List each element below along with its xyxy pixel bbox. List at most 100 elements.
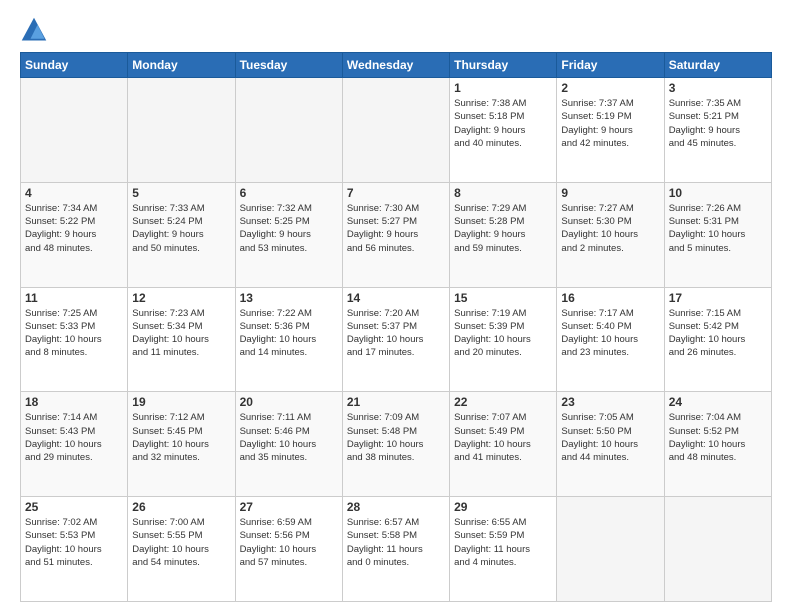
- logo-icon: [20, 16, 48, 44]
- calendar-cell: 29 Sunrise: 6:55 AM Sunset: 5:59 PM Dayli…: [450, 497, 557, 602]
- day-info: Sunrise: 6:59 AM Sunset: 5:56 PM Dayligh…: [240, 516, 338, 569]
- calendar-cell: [664, 497, 771, 602]
- calendar-cell: [235, 78, 342, 183]
- calendar-cell: 27 Sunrise: 6:59 AM Sunset: 5:56 PM Dayli…: [235, 497, 342, 602]
- calendar-cell: 10 Sunrise: 7:26 AM Sunset: 5:31 PM Dayli…: [664, 182, 771, 287]
- calendar-day-header: Monday: [128, 53, 235, 78]
- calendar-cell: 9 Sunrise: 7:27 AM Sunset: 5:30 PM Daylig…: [557, 182, 664, 287]
- calendar-cell: [557, 497, 664, 602]
- day-info: Sunrise: 7:19 AM Sunset: 5:39 PM Dayligh…: [454, 307, 552, 360]
- calendar-cell: 6 Sunrise: 7:32 AM Sunset: 5:25 PM Daylig…: [235, 182, 342, 287]
- day-number: 19: [132, 395, 230, 409]
- day-info: Sunrise: 7:26 AM Sunset: 5:31 PM Dayligh…: [669, 202, 767, 255]
- day-number: 18: [25, 395, 123, 409]
- day-number: 17: [669, 291, 767, 305]
- calendar-week-row: 1Sunrise: 7:38 AM Sunset: 5:18 PM Daylig…: [21, 78, 772, 183]
- calendar-week-row: 25Sunrise: 7:02 AM Sunset: 5:53 PM Dayli…: [21, 497, 772, 602]
- day-info: Sunrise: 6:57 AM Sunset: 5:58 PM Dayligh…: [347, 516, 445, 569]
- calendar-cell: 16 Sunrise: 7:17 AM Sunset: 5:40 PM Dayli…: [557, 287, 664, 392]
- calendar-cell: [128, 78, 235, 183]
- day-info: Sunrise: 7:23 AM Sunset: 5:34 PM Dayligh…: [132, 307, 230, 360]
- calendar-cell: 3Sunrise: 7:35 AM Sunset: 5:21 PM Daylig…: [664, 78, 771, 183]
- calendar-cell: 7 Sunrise: 7:30 AM Sunset: 5:27 PM Daylig…: [342, 182, 449, 287]
- calendar-cell: [21, 78, 128, 183]
- day-info: Sunrise: 7:22 AM Sunset: 5:36 PM Dayligh…: [240, 307, 338, 360]
- day-info: Sunrise: 7:17 AM Sunset: 5:40 PM Dayligh…: [561, 307, 659, 360]
- calendar-cell: 14 Sunrise: 7:20 AM Sunset: 5:37 PM Dayli…: [342, 287, 449, 392]
- day-info: Sunrise: 7:33 AM Sunset: 5:24 PM Dayligh…: [132, 202, 230, 255]
- day-info: Sunrise: 7:25 AM Sunset: 5:33 PM Dayligh…: [25, 307, 123, 360]
- day-info: Sunrise: 7:12 AM Sunset: 5:45 PM Dayligh…: [132, 411, 230, 464]
- day-number: 21: [347, 395, 445, 409]
- calendar-cell: 5 Sunrise: 7:33 AM Sunset: 5:24 PM Daylig…: [128, 182, 235, 287]
- day-number: 28: [347, 500, 445, 514]
- day-info: Sunrise: 7:11 AM Sunset: 5:46 PM Dayligh…: [240, 411, 338, 464]
- calendar-cell: 1Sunrise: 7:38 AM Sunset: 5:18 PM Daylig…: [450, 78, 557, 183]
- calendar-cell: 24 Sunrise: 7:04 AM Sunset: 5:52 PM Dayli…: [664, 392, 771, 497]
- day-number: 10: [669, 186, 767, 200]
- calendar-table: SundayMondayTuesdayWednesdayThursdayFrid…: [20, 52, 772, 602]
- day-number: 15: [454, 291, 552, 305]
- day-number: 12: [132, 291, 230, 305]
- day-number: 29: [454, 500, 552, 514]
- day-info: Sunrise: 7:00 AM Sunset: 5:55 PM Dayligh…: [132, 516, 230, 569]
- day-number: 13: [240, 291, 338, 305]
- calendar-cell: 2 Sunrise: 7:37 AM Sunset: 5:19 PM Daylig…: [557, 78, 664, 183]
- calendar-cell: 4Sunrise: 7:34 AM Sunset: 5:22 PM Daylig…: [21, 182, 128, 287]
- day-info: Sunrise: 7:20 AM Sunset: 5:37 PM Dayligh…: [347, 307, 445, 360]
- calendar-cell: 21 Sunrise: 7:09 AM Sunset: 5:48 PM Dayli…: [342, 392, 449, 497]
- day-info: Sunrise: 7:14 AM Sunset: 5:43 PM Dayligh…: [25, 411, 123, 464]
- day-info: Sunrise: 6:55 AM Sunset: 5:59 PM Dayligh…: [454, 516, 552, 569]
- calendar-cell: 20 Sunrise: 7:11 AM Sunset: 5:46 PM Dayli…: [235, 392, 342, 497]
- calendar-week-row: 18 Sunrise: 7:14 AM Sunset: 5:43 PM Dayli…: [21, 392, 772, 497]
- page: SundayMondayTuesdayWednesdayThursdayFrid…: [0, 0, 792, 612]
- calendar-header-row: SundayMondayTuesdayWednesdayThursdayFrid…: [21, 53, 772, 78]
- day-info: Sunrise: 7:09 AM Sunset: 5:48 PM Dayligh…: [347, 411, 445, 464]
- day-number: 1: [454, 81, 552, 95]
- day-number: 26: [132, 500, 230, 514]
- calendar-day-header: Friday: [557, 53, 664, 78]
- header: [20, 16, 772, 44]
- day-number: 6: [240, 186, 338, 200]
- calendar-cell: [342, 78, 449, 183]
- calendar-day-header: Saturday: [664, 53, 771, 78]
- calendar-cell: 26 Sunrise: 7:00 AM Sunset: 5:55 PM Dayli…: [128, 497, 235, 602]
- day-number: 8: [454, 186, 552, 200]
- day-number: 16: [561, 291, 659, 305]
- logo: [20, 16, 52, 44]
- day-info: Sunrise: 7:30 AM Sunset: 5:27 PM Dayligh…: [347, 202, 445, 255]
- day-number: 24: [669, 395, 767, 409]
- calendar-cell: 28 Sunrise: 6:57 AM Sunset: 5:58 PM Dayli…: [342, 497, 449, 602]
- day-number: 7: [347, 186, 445, 200]
- day-number: 22: [454, 395, 552, 409]
- day-info: Sunrise: 7:05 AM Sunset: 5:50 PM Dayligh…: [561, 411, 659, 464]
- calendar-day-header: Thursday: [450, 53, 557, 78]
- day-number: 11: [25, 291, 123, 305]
- day-number: 14: [347, 291, 445, 305]
- day-number: 25: [25, 500, 123, 514]
- calendar-cell: 18 Sunrise: 7:14 AM Sunset: 5:43 PM Dayli…: [21, 392, 128, 497]
- day-number: 23: [561, 395, 659, 409]
- calendar-cell: 13 Sunrise: 7:22 AM Sunset: 5:36 PM Dayli…: [235, 287, 342, 392]
- calendar-day-header: Wednesday: [342, 53, 449, 78]
- day-number: 20: [240, 395, 338, 409]
- calendar-cell: 19 Sunrise: 7:12 AM Sunset: 5:45 PM Dayli…: [128, 392, 235, 497]
- calendar-cell: 22 Sunrise: 7:07 AM Sunset: 5:49 PM Dayli…: [450, 392, 557, 497]
- day-number: 3: [669, 81, 767, 95]
- day-number: 27: [240, 500, 338, 514]
- day-number: 2: [561, 81, 659, 95]
- day-info: Sunrise: 7:04 AM Sunset: 5:52 PM Dayligh…: [669, 411, 767, 464]
- calendar-week-row: 4Sunrise: 7:34 AM Sunset: 5:22 PM Daylig…: [21, 182, 772, 287]
- day-number: 5: [132, 186, 230, 200]
- day-info: Sunrise: 7:32 AM Sunset: 5:25 PM Dayligh…: [240, 202, 338, 255]
- calendar-week-row: 11 Sunrise: 7:25 AM Sunset: 5:33 PM Dayli…: [21, 287, 772, 392]
- day-info: Sunrise: 7:07 AM Sunset: 5:49 PM Dayligh…: [454, 411, 552, 464]
- day-number: 4: [25, 186, 123, 200]
- calendar-cell: 25Sunrise: 7:02 AM Sunset: 5:53 PM Dayli…: [21, 497, 128, 602]
- day-info: Sunrise: 7:27 AM Sunset: 5:30 PM Dayligh…: [561, 202, 659, 255]
- day-number: 9: [561, 186, 659, 200]
- day-info: Sunrise: 7:37 AM Sunset: 5:19 PM Dayligh…: [561, 97, 659, 150]
- calendar-cell: 17Sunrise: 7:15 AM Sunset: 5:42 PM Dayli…: [664, 287, 771, 392]
- calendar-cell: 23 Sunrise: 7:05 AM Sunset: 5:50 PM Dayli…: [557, 392, 664, 497]
- calendar-cell: 12 Sunrise: 7:23 AM Sunset: 5:34 PM Dayli…: [128, 287, 235, 392]
